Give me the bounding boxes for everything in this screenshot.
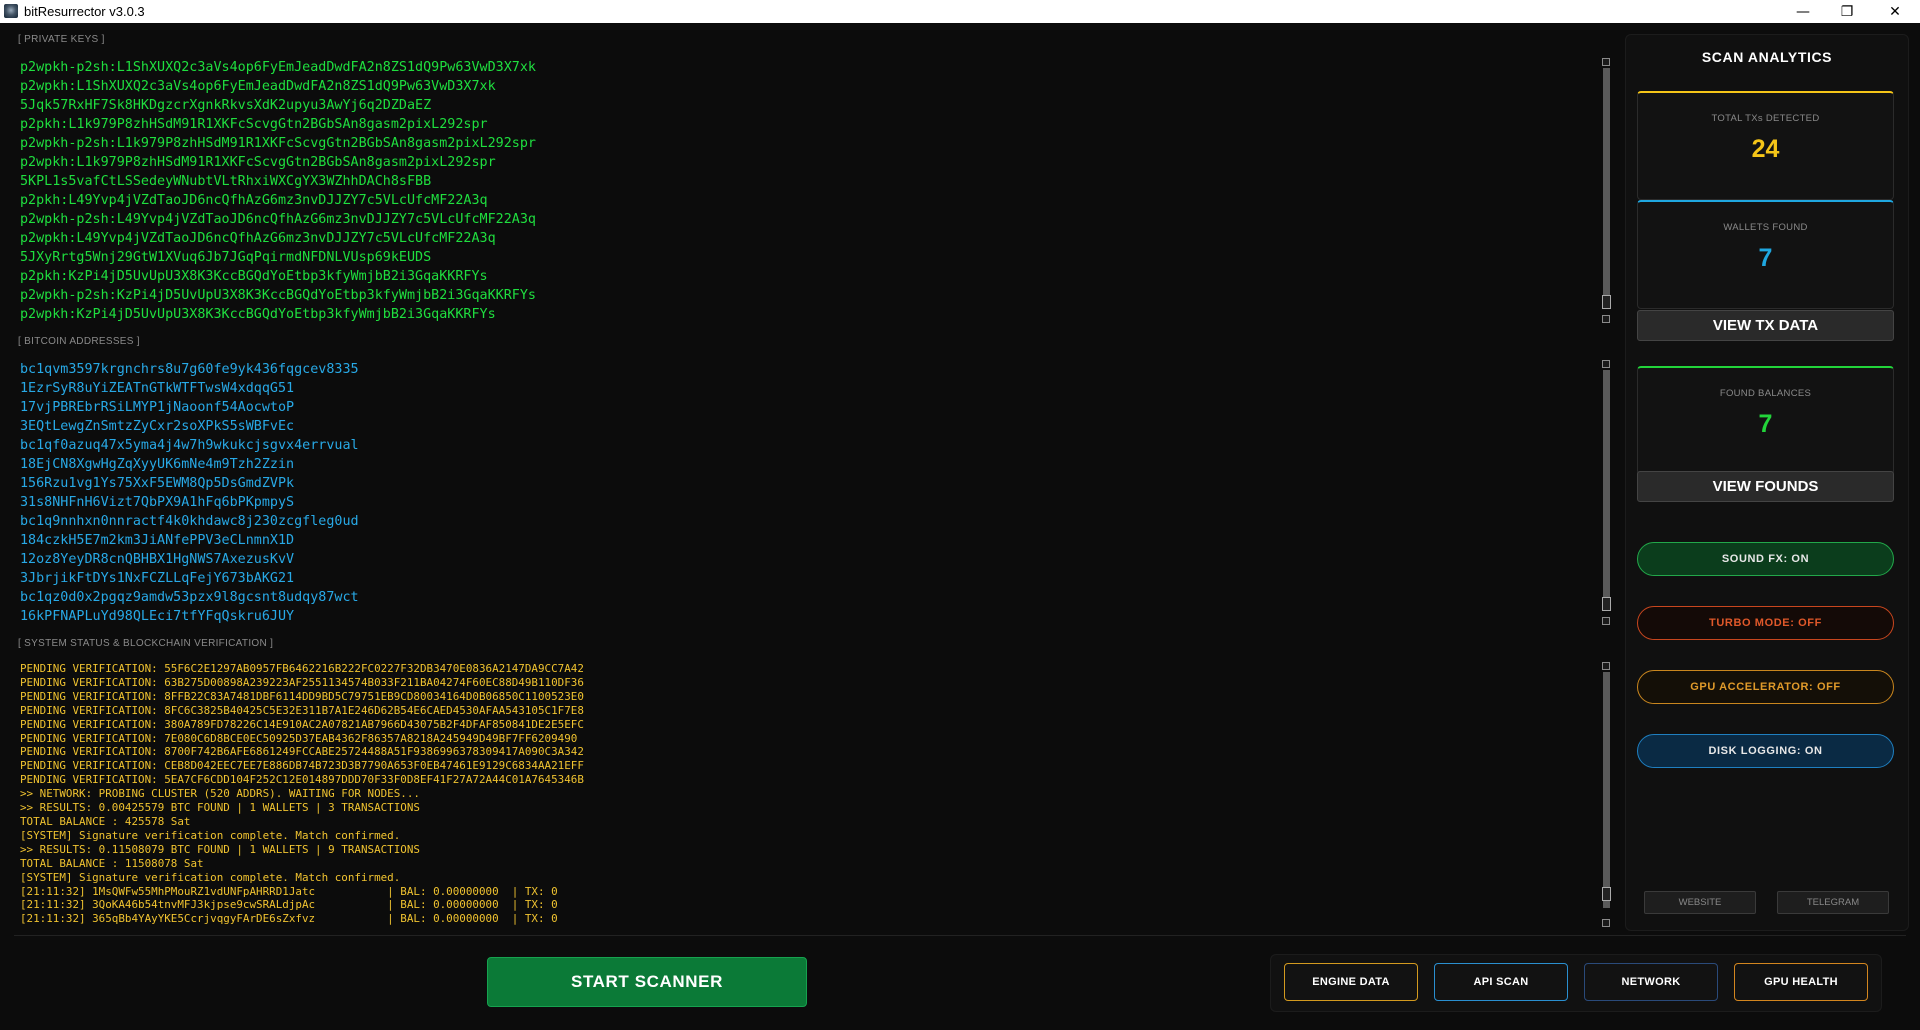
private-key-line: p2pkh:L1k979P8zhHSdM91R1XKFcScvgGtn2BGbS… xyxy=(20,117,488,132)
scroll-down-icon[interactable] xyxy=(1602,617,1610,625)
log-line: [SYSTEM] Signature verification complete… xyxy=(20,870,401,884)
close-icon[interactable]: ✕ xyxy=(1873,0,1917,23)
wallets-card: WALLETS FOUND 7 xyxy=(1637,200,1894,309)
turbo-mode-toggle[interactable]: TURBO MODE: OFF xyxy=(1637,606,1894,640)
gpu-health-button[interactable]: GPU HEALTH xyxy=(1734,963,1868,1001)
private-key-line: p2wpkh-p2sh:KzPi4jD5UvUpU3X8K3KccBGQdYoE… xyxy=(20,288,536,303)
title-bar: bitResurrector v3.0.3 — ❐ ✕ xyxy=(0,0,1920,23)
addresses-scrollbar[interactable] xyxy=(1601,360,1612,627)
window-title: bitResurrector v3.0.3 xyxy=(24,4,145,19)
scroll-up-icon[interactable] xyxy=(1602,360,1610,368)
scroll-track[interactable] xyxy=(1603,370,1610,606)
address-line: 12oz8YeyDR8cnQBHBX1HgNWS7AxezusKvV xyxy=(20,552,295,567)
view-founds-button[interactable]: VIEW FOUNDS xyxy=(1637,471,1894,502)
telegram-button[interactable]: TELEGRAM xyxy=(1777,891,1889,914)
scroll-up-icon[interactable] xyxy=(1602,662,1610,670)
private-key-line: 5KPL1s5vafCtLSSedeyWNubtVLtRhxiWXCgYX3WZ… xyxy=(20,174,432,189)
status-label: [ SYSTEM STATUS & BLOCKCHAIN VERIFICATIO… xyxy=(18,638,274,649)
address-line: bc1qz0d0x2pgqz9amdw53pzx9l8gcsnt8udqy87w… xyxy=(20,590,359,605)
private-keys-list[interactable]: p2wpkh-p2sh:L1ShXUXQ2c3aVs4op6FyEmJeadDw… xyxy=(20,58,536,324)
engine-data-button[interactable]: ENGINE DATA xyxy=(1284,963,1418,1001)
wallets-value: 7 xyxy=(1758,244,1773,272)
log-line: PENDING VERIFICATION: 55F6C2E1297AB0957F… xyxy=(20,662,584,675)
address-line: 16kPFNAPLuYd98QLEci7tfYFqQskru6JUY xyxy=(20,609,295,624)
address-line: bc1q9nnhxn0nnractf4k0khdawc8j230zcgfleg0… xyxy=(20,514,359,529)
log-line: TOTAL BALANCE : 11508078 Sat xyxy=(20,856,204,870)
scroll-down-icon[interactable] xyxy=(1602,919,1610,927)
private-key-line: p2wpkh-p2sh:L1ShXUXQ2c3aVs4op6FyEmJeadDw… xyxy=(20,60,536,75)
restore-icon[interactable]: ❐ xyxy=(1825,0,1869,23)
network-button[interactable]: NETWORK xyxy=(1584,963,1718,1001)
balances-value: 7 xyxy=(1758,410,1773,438)
address-line: 156Rzu1vg1Ys75XxF5EWM8Qp5DsGmdZVPk xyxy=(20,476,295,491)
address-line: 3JbrjikFtDYs1NxFCZLLqFejY673bAKG21 xyxy=(20,571,295,586)
private-key-line: p2wpkh:L1k979P8zhHSdM91R1XKFcScvgGtn2BGb… xyxy=(20,155,496,170)
status-scrollbar[interactable] xyxy=(1601,662,1612,929)
website-button[interactable]: WEBSITE xyxy=(1644,891,1756,914)
address-line: bc1qf0azuq47x5yma4j4w7h9wkukcjsgvx4errvu… xyxy=(20,438,359,453)
disk-logging-toggle[interactable]: DISK LOGGING: ON xyxy=(1637,734,1894,768)
private-key-line: p2wpkh:L1ShXUXQ2c3aVs4op6FyEmJeadDwdFA2n… xyxy=(20,79,496,94)
status-log[interactable]: PENDING VERIFICATION: 55F6C2E1297AB0957F… xyxy=(20,662,584,926)
scroll-thumb[interactable] xyxy=(1602,295,1611,309)
address-line: 31s8NHFnH6Vizt7QbPX9A1hFq6bPKpmpyS xyxy=(20,495,295,510)
private-key-line: p2wpkh:KzPi4jD5UvUpU3X8K3KccBGQdYoEtbp3k… xyxy=(20,307,496,322)
address-line: 1EzrSyR8uYiZEATnGTkWTFTwsW4xdqqG51 xyxy=(20,381,295,396)
private-key-line: p2pkh:KzPi4jD5UvUpU3X8K3KccBGQdYoEtbp3kf… xyxy=(20,269,488,284)
scroll-thumb[interactable] xyxy=(1602,887,1611,901)
view-tx-data-button[interactable]: VIEW TX DATA xyxy=(1637,310,1894,341)
log-line: PENDING VERIFICATION: 8FC6C3825B40425C5E… xyxy=(20,703,584,717)
log-line: PENDING VERIFICATION: 63B275D00898A23922… xyxy=(20,675,584,689)
private-key-line: p2wpkh:L49Yvp4jVZdTaoJD6ncQfhAzG6mz3nvDJ… xyxy=(20,231,496,246)
address-line: 17vjPBREbrRSiLMYP1jNaoonf54AocwtoP xyxy=(20,400,295,415)
log-line: >> RESULTS: 0.11508079 BTC FOUND | 1 WAL… xyxy=(20,842,420,856)
private-key-line: p2wpkh-p2sh:L1k979P8zhHSdM91R1XKFcScvgGt… xyxy=(20,136,536,151)
log-line: PENDING VERIFICATION: 5EA7CF6CDD104F252C… xyxy=(20,773,584,787)
app-icon xyxy=(4,4,18,18)
scan-analytics-panel: SCAN ANALYTICS TOTAL TXs DETECTED 24 WAL… xyxy=(1625,34,1909,931)
api-scan-button[interactable]: API SCAN xyxy=(1434,963,1568,1001)
log-line: PENDING VERIFICATION: 8FFB22C83A7481DBF6… xyxy=(20,689,584,703)
private-keys-scrollbar[interactable] xyxy=(1601,58,1612,325)
minimize-icon[interactable]: — xyxy=(1781,0,1825,23)
wallets-label: WALLETS FOUND xyxy=(1723,222,1808,233)
log-line: PENDING VERIFICATION: 8700F742B6AFE68612… xyxy=(20,745,584,759)
gpu-accelerator-toggle[interactable]: GPU ACCELERATOR: OFF xyxy=(1637,670,1894,704)
log-line: [21:11:32] 365qBb4YAyYKE5CcrjvqgyFArDE6s… xyxy=(20,912,558,926)
scroll-track[interactable] xyxy=(1603,672,1610,908)
balances-card: FOUND BALANCES 7 xyxy=(1637,366,1894,475)
log-line: >> RESULTS: 0.00425579 BTC FOUND | 1 WAL… xyxy=(20,801,420,815)
sound-fx-toggle[interactable]: SOUND FX: ON xyxy=(1637,542,1894,576)
log-line: [21:11:32] 1MsQWFw55MhPMouRZ1vdUNFpAHRRD… xyxy=(20,884,558,898)
private-key-line: 5Jqk57RxHF7Sk8HKDgzcrXgnkRkvsXdK2upyu3Aw… xyxy=(20,98,432,113)
log-line: PENDING VERIFICATION: 380A789FD78226C14E… xyxy=(20,717,584,731)
private-key-line: 5JXyRrtg5Wnj29GtW1XVuq6Jb7JGqPqirmdNFDNL… xyxy=(20,250,432,265)
analytics-title: SCAN ANALYTICS xyxy=(1701,49,1833,65)
start-scanner-button[interactable]: START SCANNER xyxy=(487,957,807,1007)
scroll-thumb[interactable] xyxy=(1602,597,1611,611)
log-line: TOTAL BALANCE : 425578 Sat xyxy=(20,814,191,828)
log-line: [SYSTEM] Signature verification complete… xyxy=(20,828,401,842)
tool-button-group: ENGINE DATA API SCAN NETWORK GPU HEALTH xyxy=(1270,954,1882,1012)
log-line: [21:11:32] 3QoKA46b54tnvMFJ3kjpse9cwSRAL… xyxy=(20,898,558,912)
log-line: PENDING VERIFICATION: 7E080C6D8BCE0EC509… xyxy=(20,731,578,745)
total-tx-value: 24 xyxy=(1751,135,1780,163)
scroll-up-icon[interactable] xyxy=(1602,58,1610,66)
scroll-track[interactable] xyxy=(1603,68,1610,304)
private-keys-label: [ PRIVATE KEYS ] xyxy=(18,34,105,45)
address-line: 184czkH5E7m2km3JiANfePPV3eCLnmnX1D xyxy=(20,533,295,548)
total-tx-card: TOTAL TXs DETECTED 24 xyxy=(1637,91,1894,200)
scroll-down-icon[interactable] xyxy=(1602,315,1610,323)
private-key-line: p2wpkh-p2sh:L49Yvp4jVZdTaoJD6ncQfhAzG6mz… xyxy=(20,212,536,227)
address-line: 3EQtLewgZnSmtzZyCxr2soXPkS5sWBFvEc xyxy=(20,419,295,434)
addresses-label: [ BITCOIN ADDRESSES ] xyxy=(18,336,140,347)
log-line: PENDING VERIFICATION: CEB8D042EEC7EE7E88… xyxy=(20,759,584,773)
address-line: 18EjCN8XgwHgZqXyyUK6mNe4m9Tzh2Zzin xyxy=(20,457,295,472)
private-key-line: p2pkh:L49Yvp4jVZdTaoJD6ncQfhAzG6mz3nvDJJ… xyxy=(20,193,488,208)
total-tx-label: TOTAL TXs DETECTED xyxy=(1711,113,1820,124)
balances-label: FOUND BALANCES xyxy=(1719,388,1812,399)
addresses-list[interactable]: bc1qvm3597krgnchrs8u7g60fe9yk436fqgcev83… xyxy=(20,360,359,626)
address-line: bc1qvm3597krgnchrs8u7g60fe9yk436fqgcev83… xyxy=(20,362,359,377)
log-line: >> NETWORK: PROBING CLUSTER (520 ADDRS).… xyxy=(20,787,420,801)
